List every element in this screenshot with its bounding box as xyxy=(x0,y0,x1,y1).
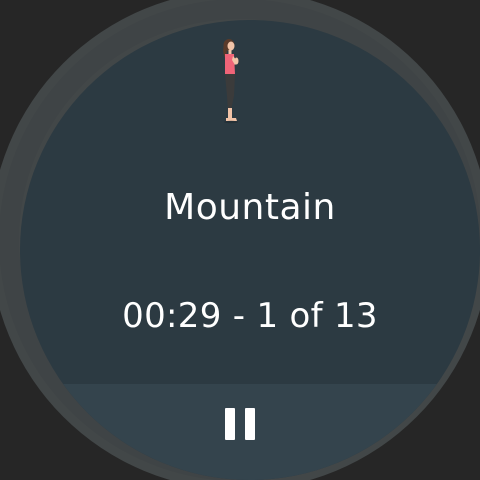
watch-screen: Mountain 00:29 - 1 of 13 xyxy=(20,20,480,480)
watch-face: Mountain 00:29 - 1 of 13 xyxy=(0,0,480,480)
pause-button[interactable] xyxy=(225,408,255,440)
exercise-title: Mountain xyxy=(164,187,336,228)
exercise-timer: 00:29 - 1 of 13 xyxy=(122,296,378,336)
pause-icon-bar-right xyxy=(245,408,255,440)
pause-icon xyxy=(225,408,235,440)
woman-standing-prayer-pose-icon xyxy=(223,39,239,124)
